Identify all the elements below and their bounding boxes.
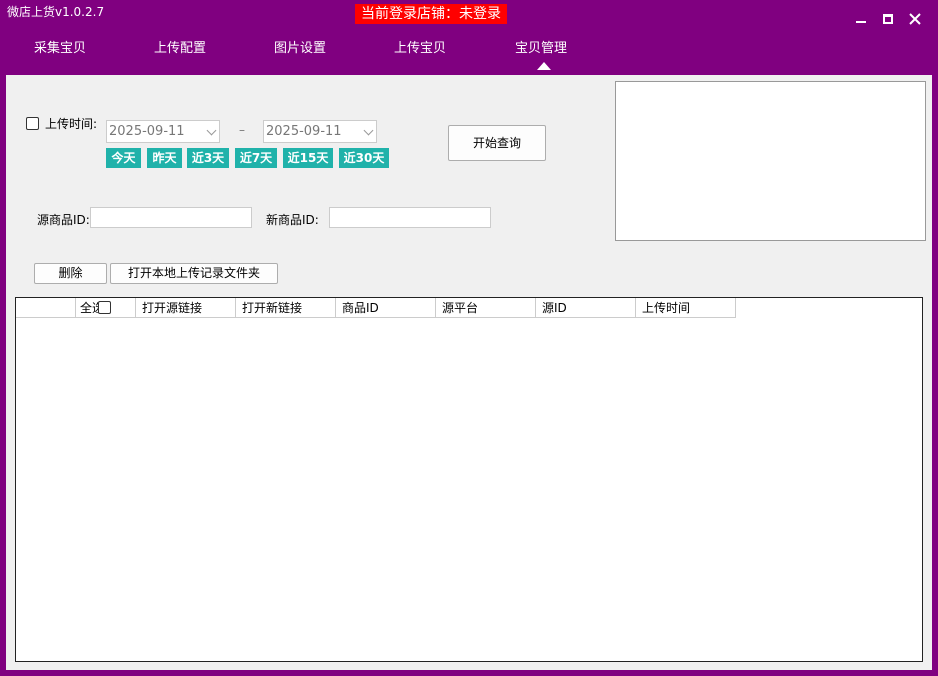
end-date-value: 2025-09-11 xyxy=(266,124,342,139)
start-query-button[interactable]: 开始查询 xyxy=(448,125,546,161)
login-status-badge: 当前登录店铺：未登录 xyxy=(355,4,507,24)
col-header-upload-time: 上传时间 xyxy=(636,298,736,318)
delete-button[interactable]: 删除 xyxy=(34,263,107,284)
maximize-icon[interactable] xyxy=(879,10,897,28)
quick-range-15days[interactable]: 近15天 xyxy=(283,148,333,168)
col-header-open-source: 打开源链接 xyxy=(136,298,236,318)
chevron-down-icon[interactable] xyxy=(206,125,217,136)
col-header-blank xyxy=(16,298,76,318)
close-icon[interactable] xyxy=(906,10,924,28)
records-table: 全选 打开源链接 打开新链接 商品ID 源平台 源ID 上传时间 xyxy=(15,297,923,662)
main-nav: 采集宝贝 上传配置 图片设置 上传宝贝 宝贝管理 xyxy=(0,38,938,68)
preview-panel xyxy=(615,81,926,241)
start-date-value: 2025-09-11 xyxy=(109,124,185,139)
tab-image-settings[interactable]: 图片设置 xyxy=(240,38,360,60)
tab-collect[interactable]: 采集宝贝 xyxy=(0,38,120,60)
main-panel: 上传时间: 2025-09-11 – 2025-09-11 今天 昨天 近3天 … xyxy=(6,75,932,670)
source-id-label: 源商品ID: xyxy=(37,213,90,227)
source-id-input[interactable] xyxy=(90,207,252,228)
col-header-source-platform: 源平台 xyxy=(436,298,536,318)
start-date-picker[interactable]: 2025-09-11 xyxy=(106,120,220,143)
col-header-product-id: 商品ID xyxy=(336,298,436,318)
quick-range-7days[interactable]: 近7天 xyxy=(235,148,277,168)
table-header: 全选 打开源链接 打开新链接 商品ID 源平台 源ID 上传时间 xyxy=(16,298,736,318)
chevron-down-icon[interactable] xyxy=(363,125,374,136)
upload-time-checkbox[interactable] xyxy=(26,117,39,130)
quick-range-today[interactable]: 今天 xyxy=(106,148,141,168)
tab-upload-items[interactable]: 上传宝贝 xyxy=(360,38,480,60)
new-id-input[interactable] xyxy=(329,207,491,228)
open-folder-button[interactable]: 打开本地上传记录文件夹 xyxy=(110,263,278,284)
col-header-source-id: 源ID xyxy=(536,298,636,318)
upload-time-filter[interactable]: 上传时间: xyxy=(26,115,97,132)
end-date-picker[interactable]: 2025-09-11 xyxy=(263,120,377,143)
col-header-open-new: 打开新链接 xyxy=(236,298,336,318)
quick-range-30days[interactable]: 近30天 xyxy=(339,148,389,168)
active-tab-indicator xyxy=(537,62,551,70)
upload-time-label: 上传时间: xyxy=(45,117,98,131)
minimize-icon[interactable] xyxy=(852,10,870,28)
date-separator: – xyxy=(239,123,245,137)
select-all-checkbox[interactable] xyxy=(98,301,111,314)
tab-item-management[interactable]: 宝贝管理 xyxy=(481,38,601,60)
app-title: 微店上货v1.0.2.7 xyxy=(7,5,105,19)
quick-range-yesterday[interactable]: 昨天 xyxy=(147,148,182,168)
new-id-label: 新商品ID: xyxy=(266,213,319,227)
col-header-select-all[interactable]: 全选 xyxy=(76,298,136,318)
quick-range-3days[interactable]: 近3天 xyxy=(187,148,229,168)
tab-upload-config[interactable]: 上传配置 xyxy=(120,38,240,60)
